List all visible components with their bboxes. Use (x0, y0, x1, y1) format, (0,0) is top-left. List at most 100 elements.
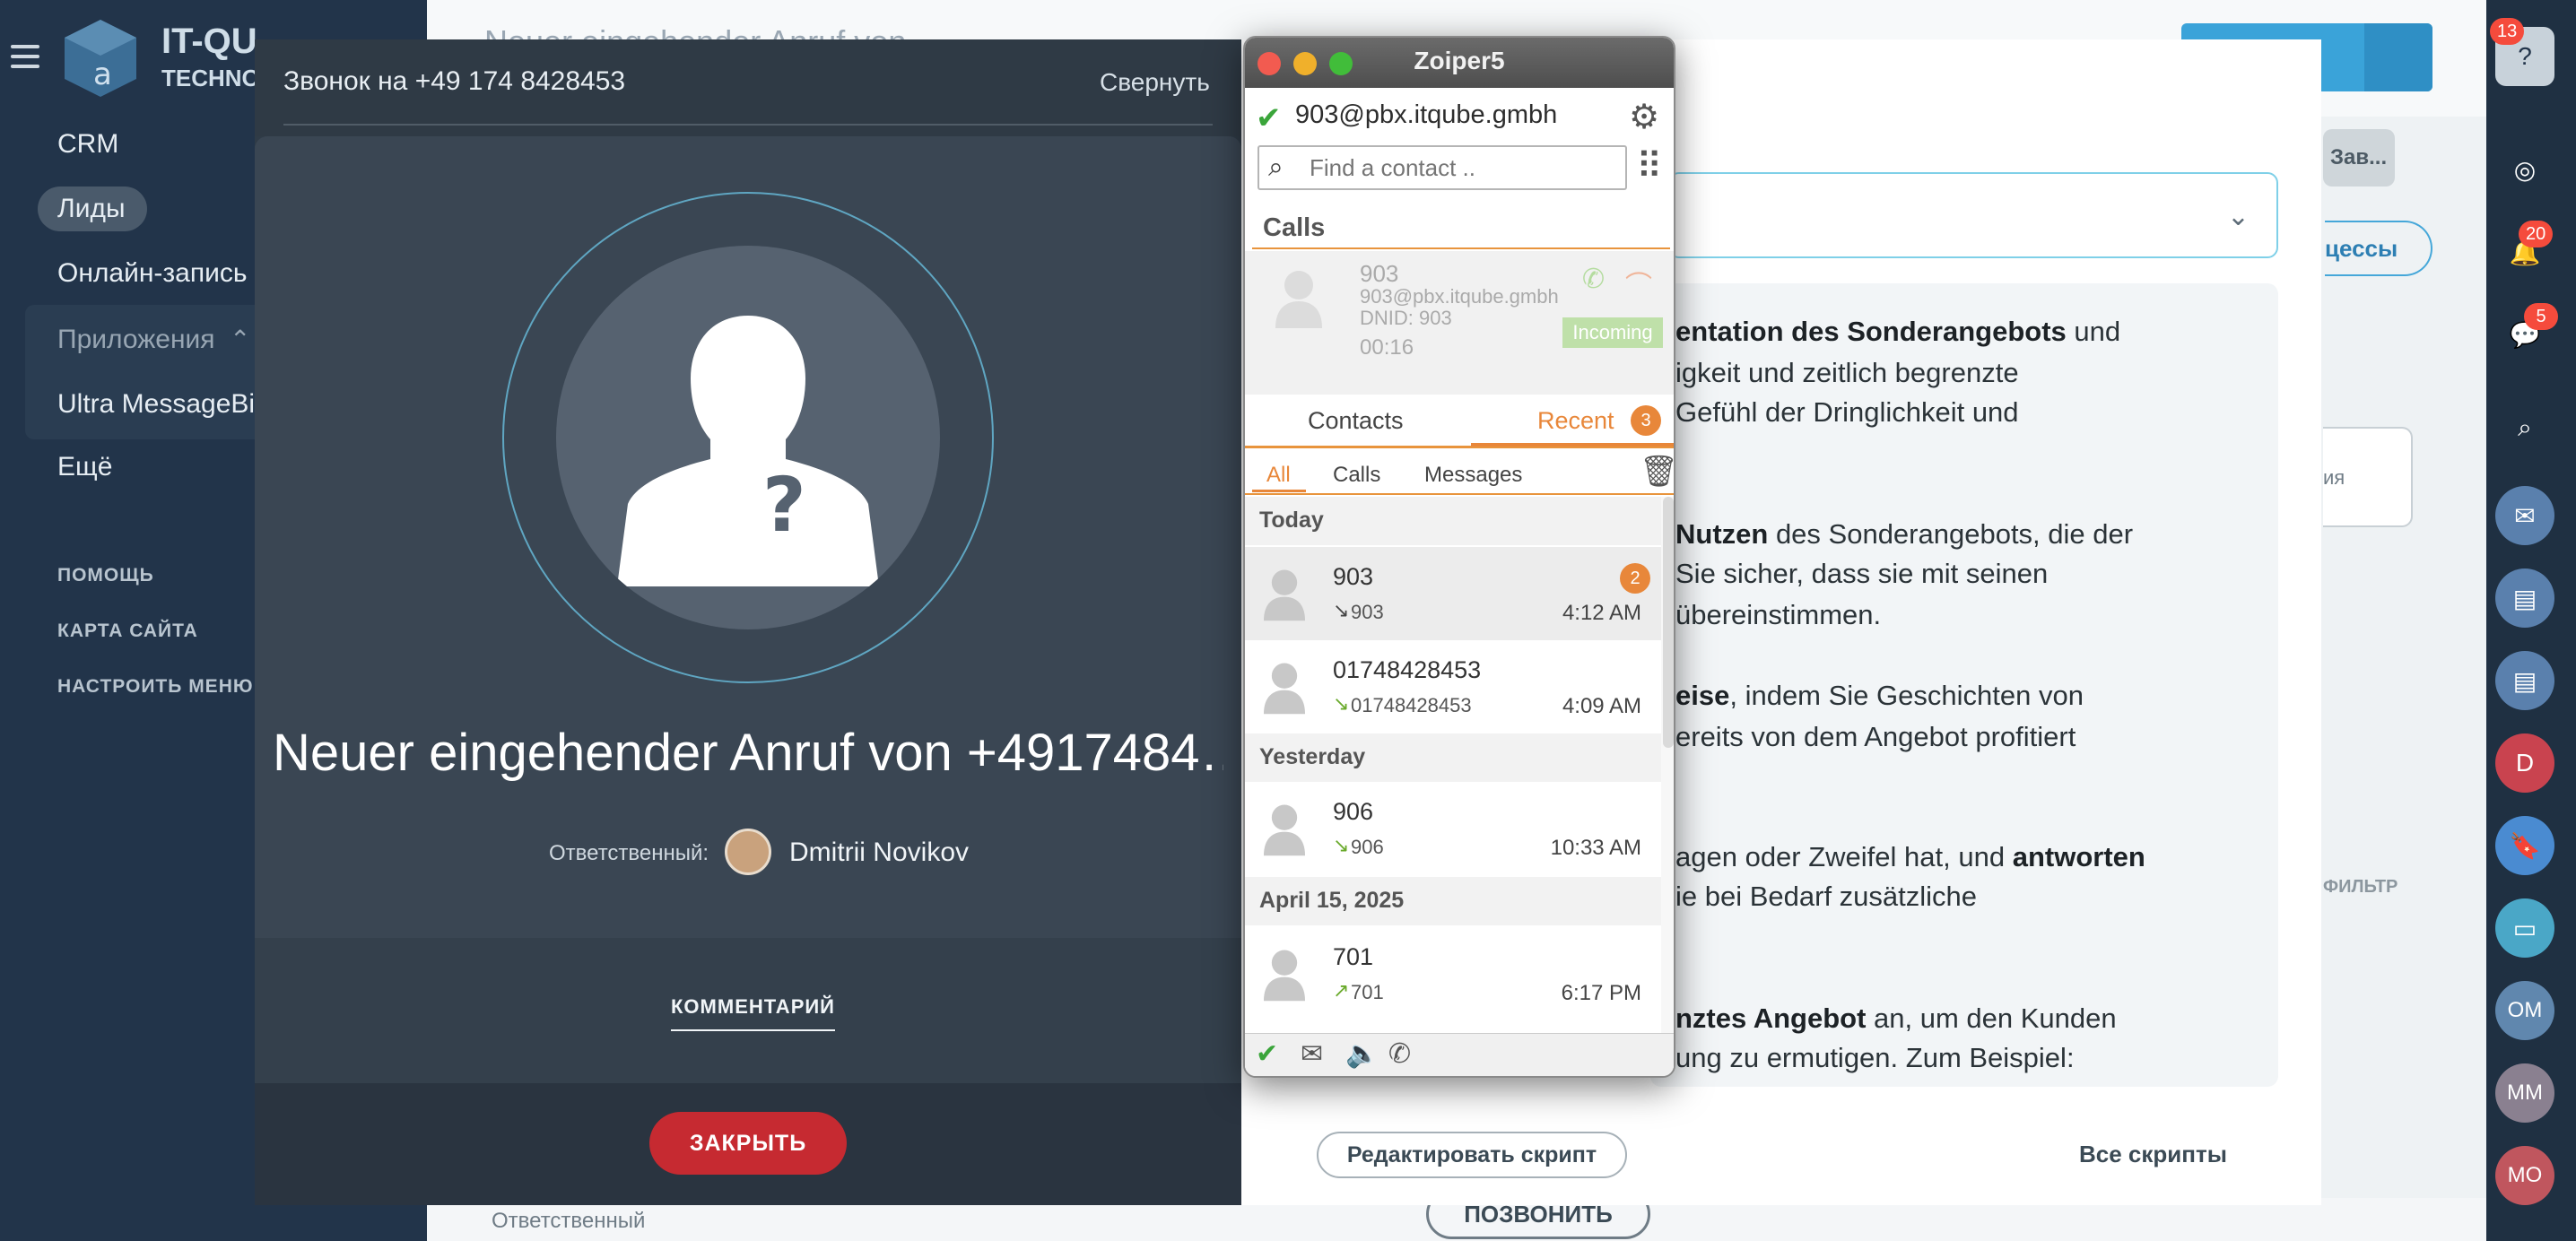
filter-messages[interactable]: Messages (1424, 463, 1522, 488)
recent-count-badge: 3 (1631, 405, 1661, 436)
sidebar-item-leads[interactable]: Лиды (57, 194, 126, 224)
sidebar-item-apps[interactable]: Приложения (57, 325, 215, 355)
gear-icon[interactable]: ⚙ (1629, 97, 1659, 137)
active-call-uri: 903@pbx.itqube.gmbh (1360, 285, 1559, 308)
person-icon (1263, 663, 1306, 715)
responsible-name[interactable]: Dmitrii Novikov (789, 837, 969, 868)
sidebar-item-more[interactable]: Ещё (57, 452, 112, 482)
avatar[interactable]: OM (2495, 981, 2554, 1040)
menu-icon[interactable] (11, 45, 39, 68)
contact-card-icon-2[interactable]: ▤ (2495, 651, 2554, 710)
zoiper-window: Zoiper5 ✔ 903@pbx.itqube.gmbh ⚙ ⌕ ⠿ Call… (1243, 36, 1675, 1078)
entry-name: 906 (1333, 798, 1374, 825)
tab-contacts[interactable]: Contacts (1308, 407, 1404, 435)
incoming-arrow-icon: ↘ (1333, 834, 1350, 856)
sidebar-link-configure-menu[interactable]: НАСТРОИТЬ МЕНЮ (57, 676, 254, 698)
entry-number: 701 (1351, 981, 1384, 1003)
entry-name: 01748428453 (1333, 656, 1482, 683)
avatar[interactable]: D (2495, 733, 2554, 793)
sidebar-link-help[interactable]: ПОМОЩЬ (57, 565, 154, 586)
entry-number: 906 (1351, 836, 1384, 858)
sidebar-item-messagebird[interactable]: Ultra MessageBi (57, 389, 255, 420)
zoiper-titlebar[interactable]: Zoiper5 (1245, 38, 1674, 88)
trash-icon[interactable]: 🗑 (1640, 454, 1674, 490)
script-line: ie bei Bedarf zusätzliche (1675, 881, 1978, 912)
script-line: übereinstimmen. (1675, 599, 1882, 630)
svg-text:a: a (93, 56, 112, 92)
logo-text: IT-QU (161, 22, 257, 61)
dialpad-icon[interactable]: ⠿ (1636, 149, 1662, 185)
script-line: entation des Sonderangebots und (1675, 316, 2121, 347)
entry-name: 701 (1333, 943, 1374, 970)
responsible-label: Ответственный: (549, 841, 709, 865)
collapse-button[interactable]: Свернуть (1100, 68, 1210, 97)
status-online-icon[interactable]: ✔ (1256, 1038, 1278, 1070)
close-button[interactable]: ЗАКРЫТЬ (649, 1112, 847, 1175)
divider (283, 124, 1213, 126)
active-call-dnid: DNID: 903 (1360, 307, 1452, 329)
search-icon: ⌕ (1268, 152, 1284, 182)
script-line: ung zu ermutigen. Zum Beispiel: (1675, 1042, 2075, 1073)
script-select[interactable]: ⌄ (1668, 172, 2278, 258)
tab-underline (1471, 443, 1674, 447)
chevron-down-icon: ⌄ (2226, 202, 2250, 231)
mail-icon[interactable]: ✉ (2495, 486, 2554, 545)
filter-chip[interactable]: ФИЛЬТР (2323, 877, 2398, 898)
avatar[interactable]: MM (2495, 1063, 2554, 1123)
bookmark-icon[interactable]: 🔖 (2495, 816, 2554, 875)
all-scripts-link[interactable]: Все скрипты (2079, 1141, 2227, 1168)
caller-line: Neuer eingehender Anruf von +4917484… (273, 724, 1223, 782)
sidebar-item-booking[interactable]: Онлайн-запись (57, 258, 247, 289)
sidebar-item-crm[interactable]: CRM (57, 129, 118, 160)
call-popup-title: Звонок на +49 174 8428453 (283, 66, 626, 96)
incoming-arrow-icon: ↘ (1333, 599, 1350, 621)
check-icon: ✔ (1256, 101, 1282, 135)
messages-icon[interactable]: ▭ (2495, 898, 2554, 958)
incoming-badge: Incoming (1562, 317, 1663, 348)
tab-comment[interactable]: КОММЕНТАРИЙ (671, 995, 835, 1031)
avatar[interactable]: MO (2495, 1146, 2554, 1205)
entry-time: 4:12 AM (1562, 601, 1641, 625)
calls-header: Calls (1263, 213, 1326, 242)
scrollbar-thumb[interactable] (1663, 497, 1674, 748)
person-icon (1263, 569, 1306, 621)
entry-count-badge: 2 (1620, 563, 1650, 594)
unknown-person-icon: ? (617, 316, 879, 586)
active-call-duration: 00:16 (1360, 335, 1414, 360)
answer-icon[interactable]: ✆ (1582, 264, 1605, 295)
avatar[interactable] (725, 829, 771, 875)
stage-chip[interactable]: Зав... (2323, 129, 2395, 187)
tab-recent[interactable]: Recent (1537, 407, 1614, 435)
filter-calls[interactable]: Calls (1333, 463, 1380, 488)
search-input[interactable] (1310, 154, 1614, 182)
notifications-badge: 20 (2519, 221, 2554, 247)
list-item[interactable]: 903 ↘ 903 2 4:12 AM (1245, 547, 1661, 640)
chevron-up-icon: ⌃ (230, 325, 251, 353)
envelope-icon[interactable]: ✉ (1301, 1038, 1323, 1070)
script-line: nztes Angebot an, um den Kunden (1675, 1002, 2117, 1034)
entry-time: 6:17 PM (1561, 981, 1641, 1005)
sidebar-link-sitemap[interactable]: КАРТА САЙТА (57, 620, 198, 642)
zoiper-account[interactable]: 903@pbx.itqube.gmbh (1295, 100, 1557, 130)
phone-settings-icon[interactable]: ✆ (1388, 1038, 1411, 1070)
edit-script-button[interactable]: Редактировать скрипт (1317, 1132, 1627, 1178)
person-icon (1275, 271, 1322, 328)
incoming-arrow-icon: ↘ (1333, 692, 1350, 715)
entry-name: 903 (1333, 563, 1374, 590)
filter-all[interactable]: All (1266, 463, 1291, 488)
hangup-icon[interactable]: ⌒ (1625, 264, 1652, 303)
search-icon[interactable]: ⌕ (2495, 398, 2554, 457)
activity-icon[interactable]: ◎ (2495, 140, 2554, 199)
list-item[interactable]: 01748428453 ↘ 01748428453 4:09 AM (1245, 640, 1661, 733)
processes-chip[interactable]: цессы (2325, 221, 2432, 276)
day-header: Yesterday (1259, 744, 1366, 769)
list-item[interactable]: 701 ↗ 701 6:17 PM (1245, 927, 1661, 1020)
recent-list: Today 903 ↘ 903 2 4:12 AM 01748428453 ↘ … (1245, 497, 1661, 1067)
list-item[interactable]: 906 ↘ 906 10:33 AM (1245, 782, 1661, 875)
crm-action-dropdown[interactable] (2364, 23, 2432, 91)
speaker-icon[interactable]: 🔈 (1345, 1038, 1379, 1070)
script-line: Gefühl der Dringlichkeit und (1675, 396, 2019, 428)
contact-search[interactable]: ⌕ (1258, 145, 1627, 190)
responsible-field-label: Ответственный (492, 1209, 646, 1233)
contact-card-icon[interactable]: ▤ (2495, 568, 2554, 628)
